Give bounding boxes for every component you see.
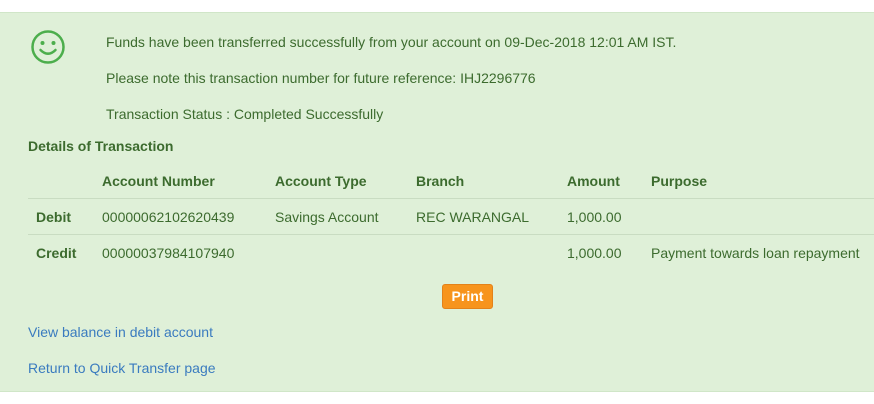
column-header-account-number: Account Number — [102, 164, 275, 199]
print-button[interactable]: Print — [442, 284, 493, 309]
confirmation-panel: Funds have been transferred successfully… — [0, 12, 874, 392]
column-header-amount: Amount — [567, 164, 651, 199]
table-header-row: Account Number Account Type Branch Amoun… — [28, 164, 874, 199]
transaction-table: Account Number Account Type Branch Amoun… — [28, 164, 874, 270]
account-type-cell — [275, 235, 416, 271]
quick-transfer-link[interactable]: Return to Quick Transfer page — [28, 360, 216, 376]
branch-cell — [416, 235, 567, 271]
reference-note: Please note this transaction number for … — [106, 70, 536, 86]
table-row-debit: Debit 00000062102620439 Savings Account … — [28, 198, 874, 235]
account-number-cell: 00000062102620439 — [102, 198, 275, 235]
amount-cell: 1,000.00 — [567, 244, 622, 261]
amount-cell: 1,000.00 — [567, 198, 651, 235]
column-header-blank — [28, 164, 102, 199]
smiley-icon — [31, 30, 65, 64]
row-label: Debit — [28, 198, 102, 235]
column-header-branch: Branch — [416, 164, 567, 199]
branch-cell: REC WARANGAL — [416, 198, 567, 235]
details-title: Details of Transaction — [28, 138, 174, 154]
table-row-credit: Credit 00000037984107940 1,000.00 Paymen… — [28, 235, 874, 271]
account-number-cell: 00000037984107940 — [102, 244, 235, 261]
view-balance-link[interactable]: View balance in debit account — [28, 324, 213, 340]
column-header-account-type: Account Type — [275, 164, 416, 199]
column-header-purpose: Purpose — [651, 164, 874, 199]
transaction-status: Transaction Status : Completed Successfu… — [106, 106, 384, 122]
purpose-cell: Payment towards loan repayment — [651, 244, 860, 261]
purpose-cell — [651, 198, 874, 235]
account-type-cell: Savings Account — [275, 198, 416, 235]
row-label: Credit — [36, 244, 77, 261]
success-message: Funds have been transferred successfully… — [106, 34, 677, 50]
